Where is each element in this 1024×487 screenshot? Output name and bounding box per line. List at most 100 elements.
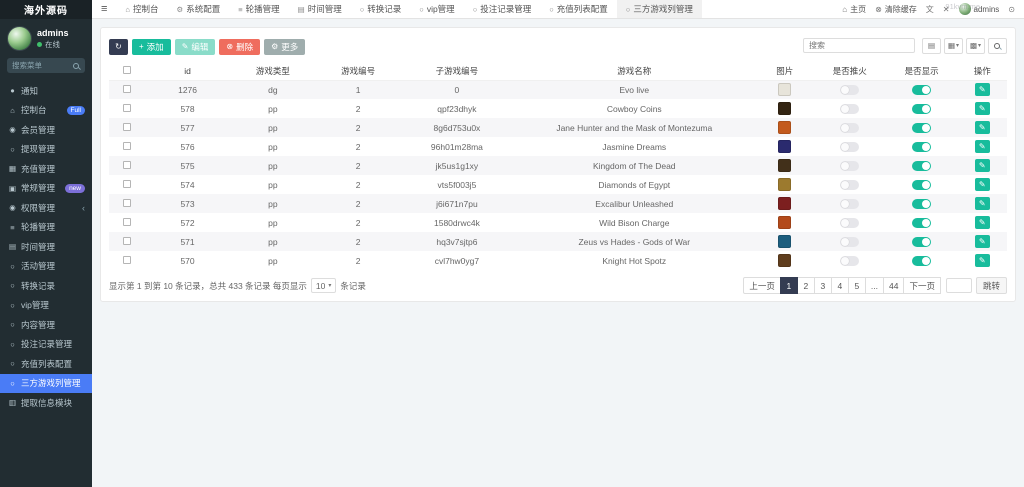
row-checkbox[interactable] — [122, 84, 131, 93]
column-header[interactable]: 是否推火 — [813, 62, 886, 81]
tab-轮播管理[interactable]: ≡ 轮播管理 — [229, 0, 288, 18]
hot-toggle[interactable] — [840, 122, 860, 133]
user-menu[interactable]: admins — [958, 3, 999, 15]
column-header[interactable]: id — [144, 62, 231, 81]
delete-button[interactable]: ⊗ 删除 — [219, 39, 261, 55]
page-button-2[interactable]: 2 — [796, 277, 815, 294]
visible-toggle[interactable] — [912, 122, 932, 133]
page-button-3[interactable]: 3 — [813, 277, 832, 294]
sidebar-search-input[interactable] — [7, 61, 71, 70]
sidebar-item-投注记录管理[interactable]: ○ 投注记录管理 — [0, 335, 92, 355]
column-header[interactable]: 操作 — [957, 62, 1007, 81]
tab-充值列表配置[interactable]: ○ 充值列表配置 — [540, 0, 617, 18]
page-button-44[interactable]: 44 — [883, 277, 905, 294]
row-edit-button[interactable]: ✎ — [974, 140, 990, 153]
row-edit-button[interactable]: ✎ — [974, 121, 990, 134]
search-button[interactable] — [988, 37, 1007, 54]
sidebar-item-内容管理[interactable]: ○ 内容管理 — [0, 315, 92, 335]
row-edit-button[interactable]: ✎ — [974, 178, 990, 191]
sidebar-item-活动管理[interactable]: ○ 活动管理 — [0, 257, 92, 277]
sidebar-item-提现管理[interactable]: ○ 提现管理 — [0, 140, 92, 160]
row-checkbox[interactable] — [122, 103, 131, 112]
visible-toggle[interactable] — [912, 160, 932, 171]
sidebar-item-充值列表配置[interactable]: ○ 充值列表配置 — [0, 354, 92, 374]
tab-三方游戏列管理[interactable]: ○ 三方游戏列管理 — [616, 0, 702, 18]
hot-toggle[interactable] — [840, 236, 860, 247]
sidebar-item-转换记录[interactable]: ○ 转换记录 — [0, 276, 92, 296]
sidebar-item-轮播管理[interactable]: ≡ 轮播管理 — [0, 218, 92, 238]
column-header[interactable]: 子游戏编号 — [400, 62, 514, 81]
clear-cache-link[interactable]: ⊗ 清除缓存 — [875, 4, 917, 15]
page-button-5[interactable]: 5 — [847, 277, 866, 294]
sidebar-item-控制台[interactable]: ⌂ 控制台 Full — [0, 101, 92, 121]
logout-button[interactable]: ⊙ — [1008, 5, 1015, 14]
column-header[interactable]: 游戏类型 — [230, 62, 316, 81]
column-header[interactable]: 游戏编号 — [315, 62, 401, 81]
tab-系统配置[interactable]: ⚙ 系统配置 — [167, 0, 229, 18]
page-button-1[interactable]: 1 — [779, 277, 798, 294]
row-checkbox[interactable] — [122, 236, 131, 245]
row-edit-button[interactable]: ✎ — [974, 254, 990, 267]
row-checkbox[interactable] — [122, 160, 131, 169]
column-header[interactable]: 是否显示 — [885, 62, 958, 81]
row-checkbox[interactable] — [122, 179, 131, 188]
page-size-select[interactable]: 10 ▾ — [310, 278, 337, 293]
sidebar-item-权限管理[interactable]: ◉ 权限管理 ‹ — [0, 198, 92, 218]
sidebar-item-vip管理[interactable]: ○ vip管理 — [0, 296, 92, 316]
column-header[interactable]: 游戏名称 — [513, 62, 756, 81]
hot-toggle[interactable] — [840, 160, 860, 171]
sidebar-item-三方游戏列管理[interactable]: ○ 三方游戏列管理 — [0, 373, 92, 393]
visible-toggle[interactable] — [912, 179, 932, 190]
sidebar-item-充值管理[interactable]: ▦ 充值管理 — [0, 159, 92, 179]
select-all-checkbox[interactable] — [122, 65, 131, 74]
row-checkbox[interactable] — [122, 141, 131, 150]
prev-page-button[interactable]: 上一页 — [743, 277, 781, 294]
row-edit-button[interactable]: ✎ — [974, 83, 990, 97]
row-checkbox[interactable] — [122, 217, 131, 226]
visible-toggle[interactable] — [912, 236, 932, 247]
sidebar-item-通知[interactable]: ● 通知 — [0, 81, 92, 101]
page-button-4[interactable]: 4 — [830, 277, 849, 294]
hot-toggle[interactable] — [840, 103, 860, 114]
row-edit-button[interactable]: ✎ — [974, 159, 990, 172]
sidebar-item-提取信息模块[interactable]: ▥ 提取信息模块 — [0, 393, 92, 413]
export-button[interactable]: ▤ — [922, 37, 941, 54]
row-edit-button[interactable]: ✎ — [974, 102, 990, 115]
row-checkbox[interactable] — [122, 198, 131, 207]
tab-投注记录管理[interactable]: ○ 投注记录管理 — [464, 0, 541, 18]
refresh-button[interactable]: ↻ — [109, 39, 128, 55]
row-edit-button[interactable]: ✎ — [974, 197, 990, 210]
sidebar-item-会员管理[interactable]: ◉ 会员管理 — [0, 120, 92, 140]
tab-转换记录[interactable]: ○ 转换记录 — [351, 0, 411, 18]
language-button[interactable]: 文 — [926, 4, 934, 15]
menu-toggle-icon[interactable]: ≡ — [92, 0, 116, 18]
search-icon[interactable] — [73, 62, 79, 69]
jump-button[interactable]: 跳转 — [975, 277, 1007, 294]
sidebar-item-常规管理[interactable]: ▣ 常规管理 new — [0, 179, 92, 199]
tab-时间管理[interactable]: ▤ 时间管理 — [289, 0, 351, 18]
edit-button[interactable]: ✎ 编辑 — [174, 39, 216, 55]
row-edit-button[interactable]: ✎ — [974, 216, 990, 229]
fullscreen-button[interactable]: ✕ — [943, 5, 950, 14]
filter-button[interactable]: ▩ ▾ — [966, 37, 985, 54]
jump-page-input[interactable] — [945, 278, 972, 293]
next-page-button[interactable]: 下一页 — [903, 277, 941, 294]
sidebar-item-时间管理[interactable]: ▤ 时间管理 — [0, 237, 92, 257]
hot-toggle[interactable] — [840, 179, 860, 190]
visible-toggle[interactable] — [912, 141, 932, 152]
row-checkbox[interactable] — [122, 255, 131, 264]
visible-toggle[interactable] — [912, 198, 932, 209]
visible-toggle[interactable] — [912, 85, 932, 96]
hot-toggle[interactable] — [840, 85, 860, 96]
hot-toggle[interactable] — [840, 217, 860, 228]
more-button[interactable]: ⚙ 更多 — [264, 39, 306, 55]
home-link[interactable]: ⌂ 主页 — [842, 4, 866, 15]
columns-button[interactable]: ▦ ▾ — [944, 37, 963, 54]
hot-toggle[interactable] — [840, 255, 860, 266]
row-checkbox[interactable] — [122, 122, 131, 131]
visible-toggle[interactable] — [912, 217, 932, 228]
add-button[interactable]: + 添加 — [132, 39, 171, 55]
tab-vip管理[interactable]: ○ vip管理 — [410, 0, 463, 18]
row-edit-button[interactable]: ✎ — [974, 235, 990, 248]
hot-toggle[interactable] — [840, 141, 860, 152]
